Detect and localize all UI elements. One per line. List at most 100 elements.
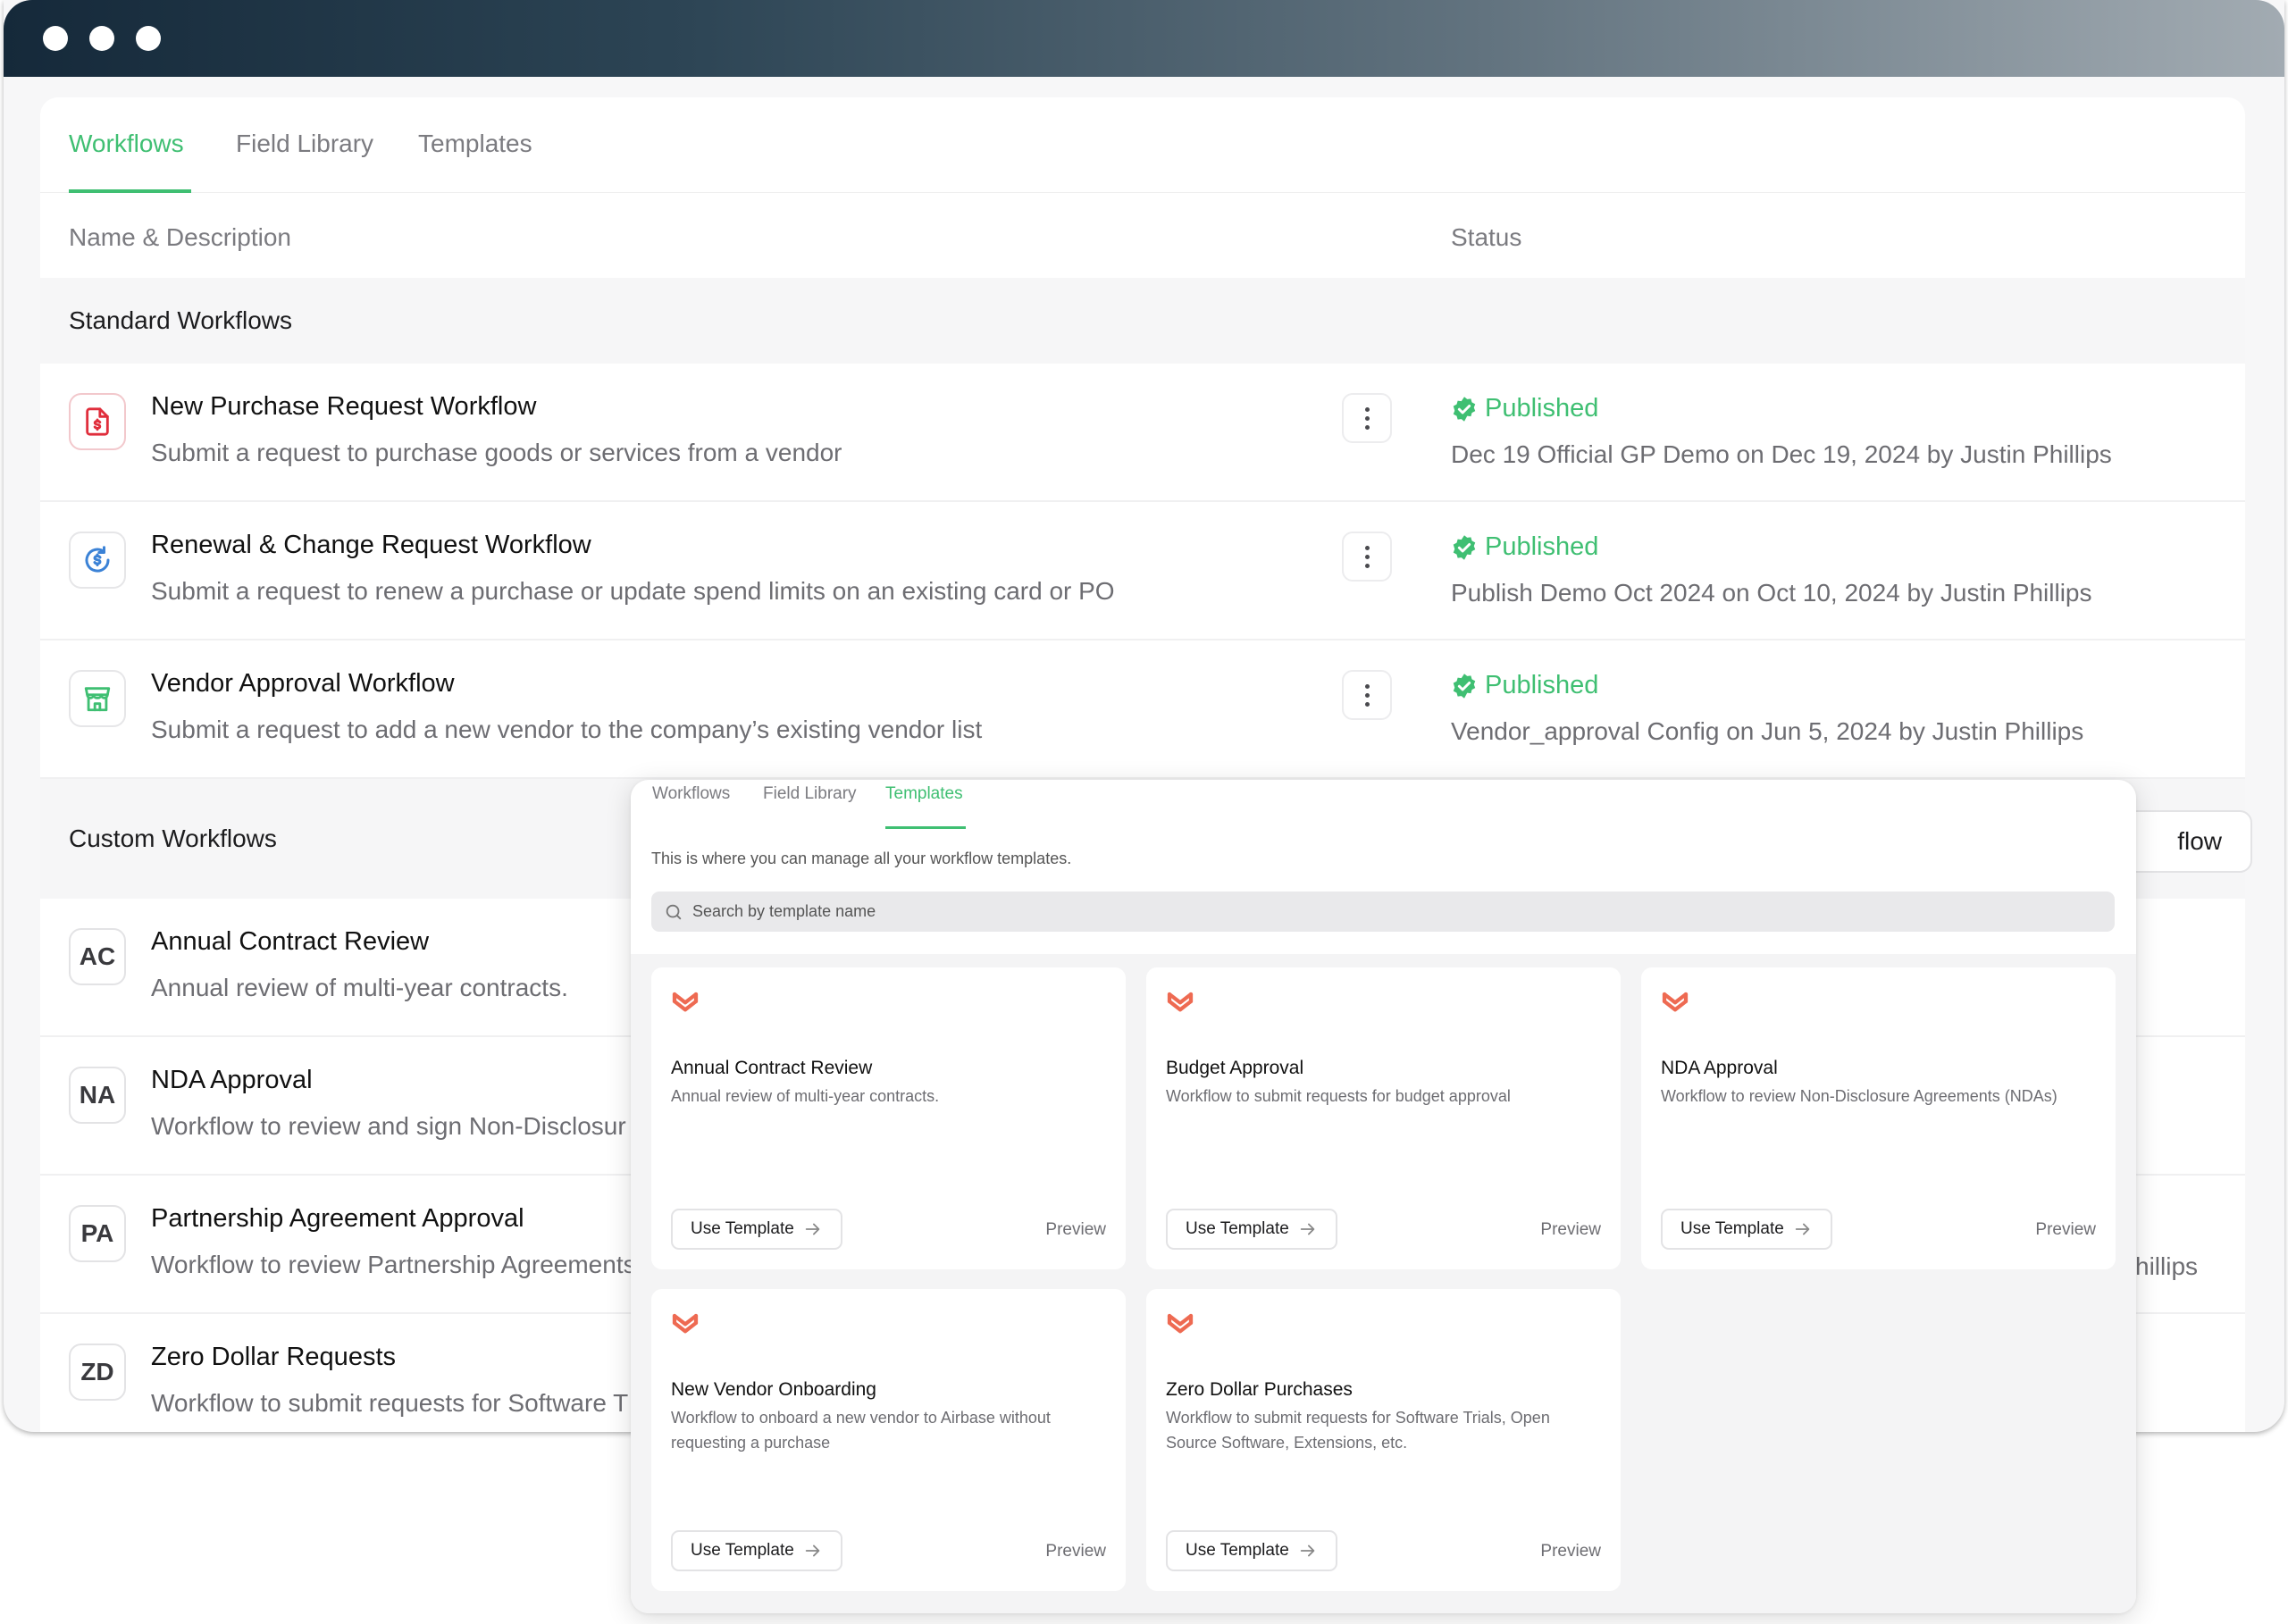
active-tab-indicator — [885, 826, 966, 829]
use-template-button[interactable]: Use Template — [1166, 1530, 1337, 1571]
window-maximize-dot[interactable] — [136, 26, 161, 51]
more-options-button[interactable] — [1342, 532, 1392, 582]
brand-logo-icon — [1661, 987, 1689, 1020]
template-grid: Annual Contract Review Annual review of … — [631, 954, 2136, 1613]
use-template-button[interactable]: Use Template — [671, 1209, 842, 1250]
search-icon — [666, 904, 682, 919]
window-minimize-dot[interactable] — [89, 26, 114, 51]
initials-avatar: AC — [69, 928, 126, 985]
preview-link[interactable]: Preview — [2035, 1220, 2096, 1240]
workflow-title[interactable]: New Purchase Request Workflow — [151, 392, 536, 422]
workflow-title[interactable]: Vendor Approval Workflow — [151, 669, 455, 699]
template-description: Workflow to onboard a new vendor to Airb… — [671, 1409, 1051, 1452]
workflow-row[interactable]: Renewal & Change Request Workflow Submit… — [40, 502, 2245, 640]
workflow-description: Workflow to review Partnership Agreement… — [151, 1251, 636, 1278]
status-label: Published — [1485, 671, 1599, 699]
workflow-description: Submit a request to purchase goods or se… — [151, 439, 842, 466]
brand-logo-icon — [671, 987, 700, 1020]
more-options-button[interactable] — [1342, 393, 1392, 443]
use-template-button[interactable]: Use Template — [1166, 1209, 1337, 1250]
preview-link[interactable]: Preview — [1540, 1220, 1601, 1240]
template-card[interactable]: NDA Approval Workflow to review Non-Disc… — [1641, 967, 2116, 1269]
workflow-title[interactable]: Annual Contract Review — [151, 927, 429, 957]
arrow-right-icon — [805, 1544, 820, 1557]
preview-link[interactable]: Preview — [1045, 1542, 1106, 1561]
status-badge: Published — [1451, 671, 1598, 700]
workflow-description: Workflow to submit requests for Software… — [151, 1389, 629, 1417]
status-label: Published — [1485, 532, 1599, 561]
publish-meta: Publish Demo Oct 2024 on Oct 10, 2024 by… — [1451, 579, 2092, 607]
workflow-title[interactable]: NDA Approval — [151, 1066, 313, 1095]
verified-badge-icon — [1453, 396, 1476, 422]
templates-description: This is where you can manage all your wo… — [651, 850, 1072, 867]
dollar-document-icon — [69, 393, 126, 450]
template-title: Zero Dollar Purchases — [1166, 1379, 1353, 1400]
brand-logo-icon — [1166, 1309, 1194, 1342]
use-template-label: Use Template — [1186, 1219, 1289, 1238]
template-card[interactable]: Zero Dollar Purchases Workflow to submit… — [1146, 1289, 1621, 1591]
tab-workflows[interactable]: Workflows — [69, 130, 184, 158]
main-tabs: Workflows Field Library Templates — [40, 97, 2245, 193]
template-card[interactable]: New Vendor Onboarding Workflow to onboar… — [651, 1289, 1126, 1591]
workflow-row[interactable]: New Purchase Request Workflow Submit a r… — [40, 364, 2245, 502]
section-title: Custom Workflows — [69, 825, 277, 852]
use-template-button[interactable]: Use Template — [1661, 1209, 1832, 1250]
arrow-right-icon — [1795, 1223, 1810, 1235]
template-title: Annual Contract Review — [671, 1058, 873, 1078]
use-template-label: Use Template — [691, 1219, 794, 1238]
template-description: Workflow to review Non-Disclosure Agreem… — [1661, 1087, 2058, 1105]
active-tab-indicator — [69, 189, 191, 193]
templates-overlay: Workflows Field Library Templates This i… — [631, 780, 2136, 1613]
publish-meta: Vendor_approval Config on Jun 5, 2024 by… — [1451, 717, 2084, 745]
use-template-label: Use Template — [1186, 1541, 1289, 1560]
workflow-title[interactable]: Zero Dollar Requests — [151, 1343, 396, 1372]
workflow-description: Annual review of multi-year contracts. — [151, 974, 568, 1001]
verified-badge-icon — [1453, 673, 1476, 699]
verified-badge-icon — [1453, 534, 1476, 560]
new-workflow-button-label: flow — [2177, 827, 2222, 855]
column-header-name: Name & Description — [69, 223, 291, 251]
arrow-right-icon — [805, 1223, 820, 1235]
template-title: NDA Approval — [1661, 1058, 1778, 1078]
workflow-title[interactable]: Renewal & Change Request Workflow — [151, 531, 591, 560]
template-search-bar[interactable] — [651, 892, 2115, 932]
initials-avatar: PA — [69, 1205, 126, 1262]
initials-avatar: NA — [69, 1067, 126, 1124]
use-template-label: Use Template — [691, 1541, 794, 1560]
column-header-status: Status — [1451, 223, 1522, 251]
workflow-row[interactable]: Vendor Approval Workflow Submit a reques… — [40, 640, 2245, 779]
preview-link[interactable]: Preview — [1540, 1542, 1601, 1561]
use-template-button[interactable]: Use Template — [671, 1530, 842, 1571]
arrow-right-icon — [1300, 1223, 1315, 1235]
dollar-refresh-icon — [69, 532, 126, 589]
tab-templates[interactable]: Templates — [885, 784, 963, 804]
workflow-description: Workflow to review and sign Non-Disclosu… — [151, 1112, 626, 1140]
template-title: New Vendor Onboarding — [671, 1379, 876, 1400]
storefront-icon — [69, 670, 126, 727]
initials-avatar: ZD — [69, 1344, 126, 1401]
search-input[interactable] — [692, 902, 1228, 921]
workflow-description: Submit a request to add a new vendor to … — [151, 716, 983, 743]
status-badge: Published — [1451, 394, 1598, 423]
template-description: Workflow to submit requests for Software… — [1166, 1409, 1550, 1452]
preview-link[interactable]: Preview — [1045, 1220, 1106, 1240]
arrow-right-icon — [1300, 1544, 1315, 1557]
standard-workflows-section: Standard Workflows — [40, 278, 2245, 364]
status-badge: Published — [1451, 532, 1598, 562]
template-card[interactable]: Annual Contract Review Annual review of … — [651, 967, 1126, 1269]
tab-field-library[interactable]: Field Library — [763, 784, 857, 804]
more-options-button[interactable] — [1342, 670, 1392, 720]
tab-templates[interactable]: Templates — [418, 130, 532, 158]
template-card[interactable]: Budget Approval Workflow to submit reque… — [1146, 967, 1621, 1269]
tab-field-library[interactable]: Field Library — [236, 130, 373, 158]
template-description: Workflow to submit requests for budget a… — [1166, 1087, 1511, 1105]
brand-logo-icon — [1166, 987, 1194, 1020]
section-title: Standard Workflows — [69, 306, 293, 334]
tab-workflows[interactable]: Workflows — [652, 784, 730, 804]
workflow-description: Submit a request to renew a purchase or … — [151, 577, 1115, 605]
workflow-title[interactable]: Partnership Agreement Approval — [151, 1204, 524, 1234]
status-label: Published — [1485, 394, 1599, 423]
window-close-dot[interactable] — [43, 26, 68, 51]
use-template-label: Use Template — [1680, 1219, 1784, 1238]
publish-meta: Dec 19 Official GP Demo on Dec 19, 2024 … — [1451, 440, 2112, 468]
